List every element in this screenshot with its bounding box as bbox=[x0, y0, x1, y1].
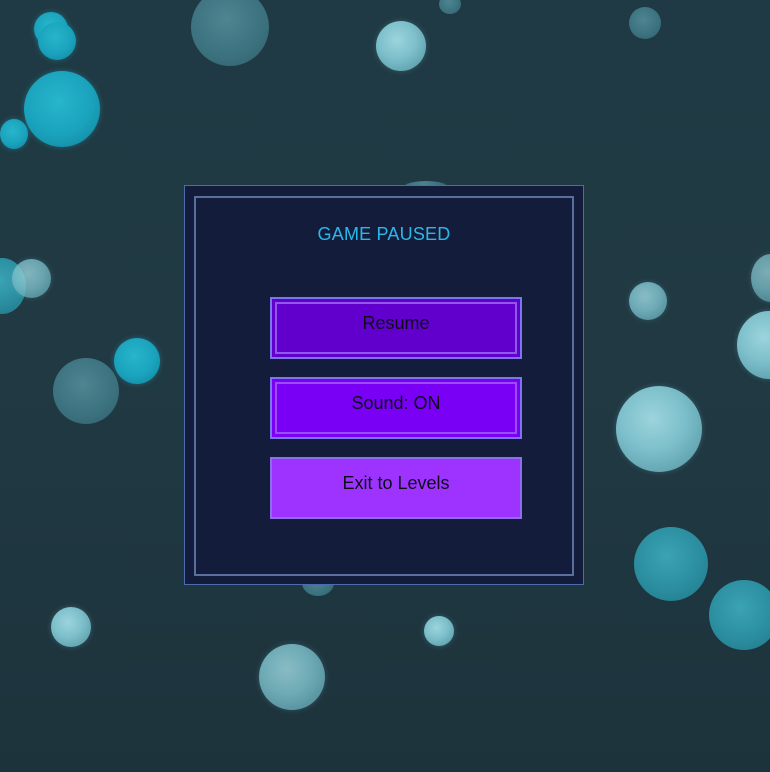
background-bubble bbox=[376, 21, 426, 71]
pause-menu-dialog: GAME PAUSED Resume Sound: ON Exit to Lev… bbox=[184, 185, 584, 585]
exit-to-levels-label: Exit to Levels bbox=[342, 473, 450, 493]
background-bubble bbox=[709, 580, 770, 650]
pause-menu-frame: GAME PAUSED Resume Sound: ON Exit to Lev… bbox=[194, 196, 574, 576]
background-bubble bbox=[191, 0, 269, 66]
background-bubble bbox=[24, 71, 100, 147]
background-bubble bbox=[634, 527, 708, 601]
background-bubble bbox=[51, 607, 91, 647]
background-bubble bbox=[629, 7, 661, 39]
sound-toggle-button[interactable]: Sound: ON bbox=[270, 377, 522, 439]
background-bubble bbox=[751, 254, 770, 302]
background-bubble bbox=[114, 338, 160, 384]
sound-toggle-label: Sound: ON bbox=[351, 393, 441, 413]
background-bubble bbox=[737, 311, 770, 379]
pause-title: GAME PAUSED bbox=[317, 224, 451, 244]
background-bubble bbox=[629, 282, 667, 320]
background-bubble bbox=[0, 119, 28, 149]
exit-to-levels-button[interactable]: Exit to Levels bbox=[270, 457, 522, 519]
background-bubble bbox=[259, 644, 325, 710]
background-bubble bbox=[616, 386, 702, 472]
resume-button[interactable]: Resume bbox=[270, 297, 522, 359]
resume-button-label: Resume bbox=[362, 313, 430, 333]
background-bubble bbox=[38, 22, 76, 60]
background-bubble bbox=[439, 0, 461, 14]
background-bubble bbox=[424, 616, 454, 646]
background-bubble bbox=[12, 259, 51, 298]
background-bubble bbox=[53, 358, 119, 424]
